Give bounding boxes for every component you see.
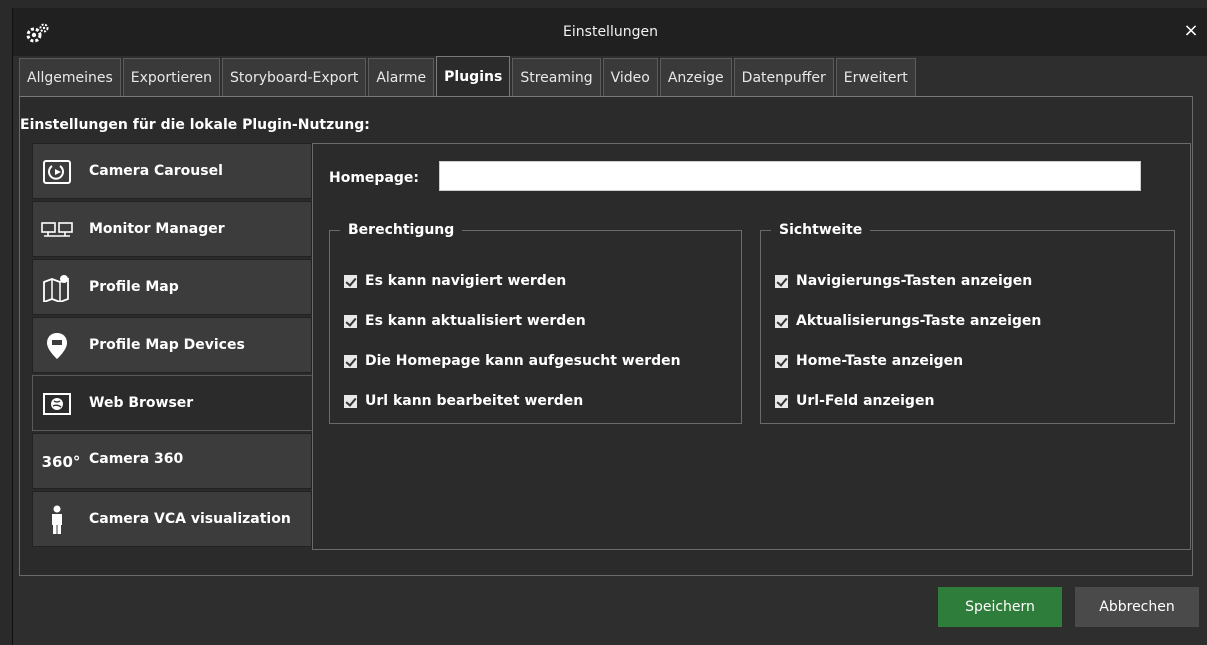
homepage-input[interactable] — [439, 161, 1141, 191]
berechtigung-legend: Berechtigung — [348, 222, 455, 238]
checkbox-label: Aktualisierungs-Taste anzeigen — [796, 313, 1042, 329]
window-title: Einstellungen — [563, 24, 658, 40]
checkbox-homepage[interactable]: Die Homepage kann aufgesucht werden — [344, 351, 681, 371]
plugin-item-label: Web Browser — [89, 395, 194, 411]
checkbox-label: Url kann bearbeitet werden — [365, 393, 584, 409]
tab-video[interactable]: Video — [602, 58, 658, 96]
checkbox-show-url-field[interactable]: Url-Feld anzeigen — [775, 391, 934, 411]
checkbox-label: Home-Taste anzeigen — [796, 353, 964, 369]
checkbox-label: Es kann navigiert werden — [365, 273, 567, 289]
checkbox-label: Url-Feld anzeigen — [796, 393, 935, 409]
plugin-item-label: Profile Map — [89, 279, 179, 295]
plugin-item-label: Monitor Manager — [89, 221, 225, 237]
checkbox-label: Navigierungs-Tasten anzeigen — [796, 273, 1033, 289]
checkbox-checked[interactable] — [344, 354, 357, 368]
checkbox-label: Es kann aktualisiert werden — [365, 313, 586, 329]
checkbox-show-nav-buttons[interactable]: Navigierungs-Tasten anzeigen — [775, 271, 1032, 291]
tab-datenpuffer[interactable]: Datenpuffer — [733, 58, 834, 96]
plugin-item-label: Camera VCA visualization — [89, 511, 291, 527]
plugin-item-label: Profile Map Devices — [89, 337, 245, 353]
checkbox-checked[interactable] — [344, 314, 357, 328]
monitor-manager-icon — [41, 216, 73, 244]
plugin-item-profile-map-devices[interactable]: Profile Map Devices — [32, 317, 312, 373]
plugin-item-camera-360[interactable]: 360° Camera 360 — [32, 433, 312, 489]
checkbox-checked[interactable] — [775, 314, 788, 328]
checkbox-checked[interactable] — [775, 354, 788, 368]
tab-erweitert[interactable]: Erweitert — [835, 58, 916, 96]
save-button[interactable]: Speichern — [938, 587, 1062, 627]
plugin-item-label: Camera Carousel — [89, 163, 223, 179]
checkbox-checked[interactable] — [775, 274, 788, 288]
camera-360-icon: 360° — [41, 453, 81, 471]
plugin-item-profile-map[interactable]: Profile Map — [32, 259, 312, 315]
berechtigung-group: Berechtigung Es kann navigiert werden Es… — [329, 222, 742, 424]
sichtweite-group: Sichtweite Navigierungs-Tasten anzeigen … — [760, 222, 1175, 424]
checkbox-label: Die Homepage kann aufgesucht werden — [365, 353, 681, 369]
cancel-button[interactable]: Abbrechen — [1075, 587, 1199, 627]
checkbox-checked[interactable] — [344, 394, 357, 408]
checkbox-refresh[interactable]: Es kann aktualisiert werden — [344, 311, 586, 331]
plugin-item-camera-carousel[interactable]: Camera Carousel — [32, 143, 312, 199]
checkbox-checked[interactable] — [344, 274, 357, 288]
checkbox-checked[interactable] — [775, 394, 788, 408]
plugin-list: Camera Carousel Monitor Manager Profile … — [32, 143, 312, 549]
map-pin-icon — [41, 332, 73, 360]
plugin-item-label: Camera 360 — [89, 451, 184, 467]
tab-allgemeines[interactable]: Allgemeines — [19, 58, 121, 96]
close-icon[interactable]: × — [1180, 20, 1202, 42]
plugin-item-monitor-manager[interactable]: Monitor Manager — [32, 201, 312, 257]
plugin-item-camera-vca[interactable]: Camera VCA visualization — [32, 491, 312, 547]
tab-plugins[interactable]: Plugins — [436, 56, 511, 96]
checkbox-navigate[interactable]: Es kann navigiert werden — [344, 271, 566, 291]
tab-exportieren[interactable]: Exportieren — [122, 58, 221, 96]
checkbox-show-home[interactable]: Home-Taste anzeigen — [775, 351, 963, 371]
sichtweite-legend: Sichtweite — [779, 222, 863, 238]
tab-anzeige[interactable]: Anzeige — [659, 58, 732, 96]
homepage-label: Homepage: — [329, 170, 420, 186]
tab-alarme[interactable]: Alarme — [368, 58, 435, 96]
profile-map-icon — [41, 274, 73, 302]
camera-carousel-icon — [41, 158, 73, 186]
tab-streaming[interactable]: Streaming — [512, 58, 601, 96]
person-icon — [41, 505, 73, 534]
globe-icon — [41, 390, 73, 418]
plugin-item-web-browser[interactable]: Web Browser — [32, 375, 312, 431]
tab-storyboard-export[interactable]: Storyboard-Export — [222, 58, 367, 96]
section-label: Einstellungen für die lokale Plugin-Nutz… — [20, 117, 370, 133]
title-bar: Einstellungen × — [13, 8, 1207, 56]
checkbox-edit-url[interactable]: Url kann bearbeitet werden — [344, 391, 583, 411]
tab-bar: Allgemeines Exportieren Storyboard-Expor… — [19, 56, 918, 96]
checkbox-show-refresh[interactable]: Aktualisierungs-Taste anzeigen — [775, 311, 1041, 331]
